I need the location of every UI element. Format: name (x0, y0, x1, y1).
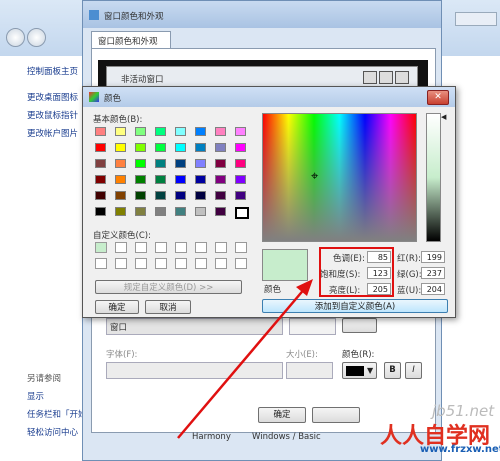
watermark-url: www.frzxw.net (420, 444, 500, 455)
annotation-arrow (177, 279, 313, 439)
arrow-head (296, 279, 313, 296)
arrow-line (177, 286, 307, 439)
